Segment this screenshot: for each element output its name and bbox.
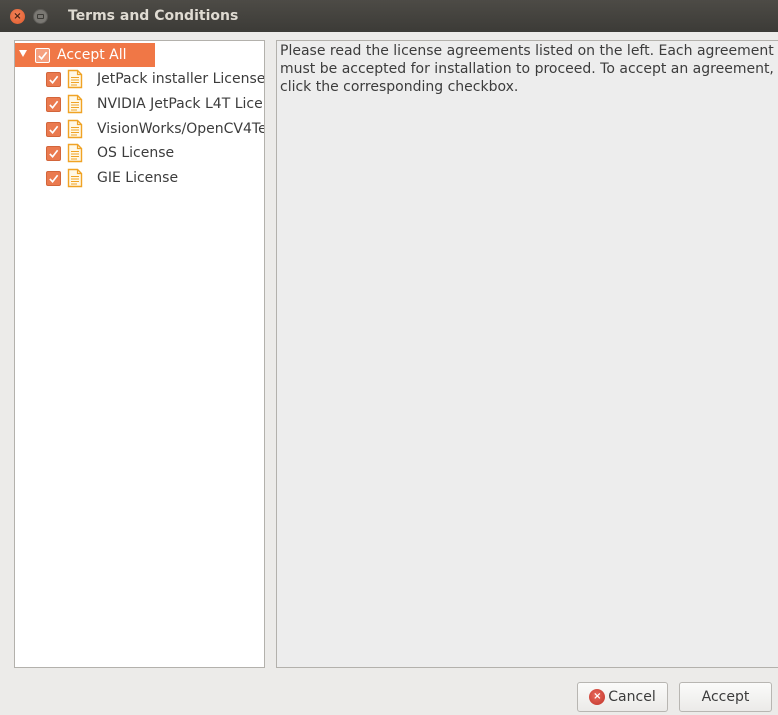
window-icon: [37, 14, 44, 19]
checkmark-icon: [49, 149, 59, 158]
expander-triangle-icon[interactable]: [19, 50, 27, 57]
tree-item-label: GIE License: [97, 170, 179, 186]
tree-item-nvidia-jetpack-l4t-license[interactable]: NVIDIA JetPack L4T License: [15, 92, 264, 116]
document-icon: [67, 168, 83, 188]
license-text-area[interactable]: Please read the license agreements liste…: [276, 40, 778, 668]
tree-item-visionworks-opencv-license[interactable]: VisionWorks/OpenCV4Tegra License: [15, 117, 264, 141]
close-window-button[interactable]: ×: [10, 9, 25, 24]
license-checkbox[interactable]: [46, 97, 61, 112]
tree-item-label: NVIDIA JetPack L4T License: [97, 96, 264, 112]
tree-item-jetpack-installer-license[interactable]: JetPack installer License: [15, 67, 264, 91]
cancel-icon: ×: [589, 689, 606, 705]
checkmark-icon: [49, 75, 59, 84]
tree-item-label: JetPack installer License: [97, 71, 265, 87]
close-icon: ×: [13, 10, 22, 22]
checkmark-icon: [38, 51, 48, 60]
cancel-button-label: Cancel: [608, 689, 656, 705]
tree-item-label: Accept All: [57, 47, 127, 63]
document-icon: [67, 69, 83, 89]
tree-item-os-license[interactable]: OS License: [15, 141, 264, 165]
tree-item-label: OS License: [97, 145, 175, 161]
license-checkbox[interactable]: [46, 146, 61, 161]
accept-button-label: Accept: [701, 689, 750, 705]
document-icon: [67, 143, 83, 163]
checkmark-icon: [49, 125, 59, 134]
cancel-button[interactable]: × Cancel: [577, 682, 668, 712]
license-checkbox[interactable]: [46, 171, 61, 186]
license-tree[interactable]: Accept All JetPack installer License NVI…: [14, 40, 265, 668]
checkmark-icon: [49, 100, 59, 109]
window-title: Terms and Conditions: [68, 8, 239, 24]
document-icon: [67, 94, 83, 114]
instructions-text: Please read the license agreements liste…: [280, 43, 774, 95]
tree-item-accept-all[interactable]: Accept All: [15, 43, 264, 67]
document-icon: [67, 119, 83, 139]
title-bar: × Terms and Conditions: [0, 0, 778, 32]
license-checkbox[interactable]: [46, 122, 61, 137]
license-checkbox[interactable]: [46, 72, 61, 87]
accept-all-checkbox[interactable]: [35, 48, 50, 63]
tree-item-label: VisionWorks/OpenCV4Tegra License: [97, 121, 265, 137]
checkmark-icon: [49, 174, 59, 183]
minimize-window-button[interactable]: [33, 9, 48, 24]
accept-button[interactable]: Accept: [679, 682, 772, 712]
tree-item-gie-license[interactable]: GIE License: [15, 166, 264, 190]
